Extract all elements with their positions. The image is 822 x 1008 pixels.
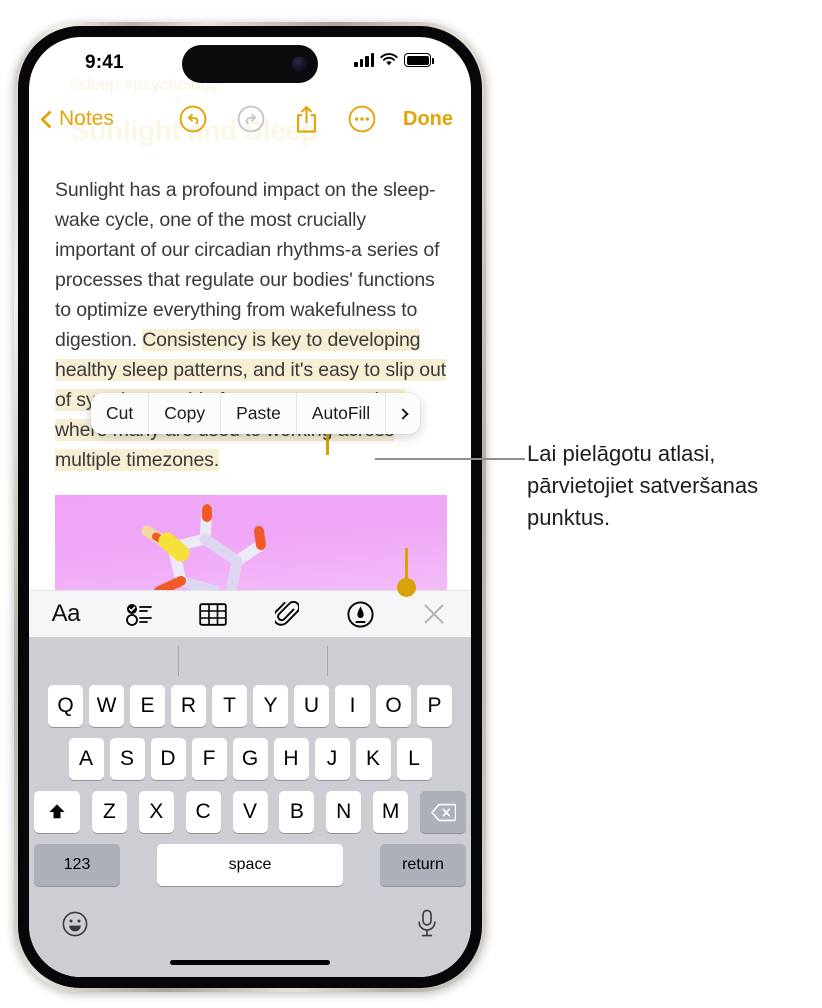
nav-action-icons [179,105,376,134]
screenshot-root: #sleep #psychology Sunlight and Sleep 9:… [0,0,822,1008]
battery-icon [404,53,434,67]
markup-pen-button[interactable] [324,600,398,628]
key-r[interactable]: R [171,685,206,727]
checklist-icon [125,604,152,626]
molecule-image-attachment[interactable] [55,495,447,593]
key-z[interactable]: Z [91,791,127,833]
microphone-dictation-icon [418,909,436,937]
more-menu-items-button[interactable] [386,393,420,434]
key-m[interactable]: M [373,791,409,833]
key-v[interactable]: V [232,791,268,833]
navigation-bar: Notes Done [29,95,471,143]
done-button[interactable]: Done [403,108,453,131]
key-q[interactable]: Q [48,685,83,727]
key-g[interactable]: G [232,738,268,780]
note-editor-body[interactable]: Sunlight has a profound impact on the sl… [29,143,471,977]
key-w[interactable]: W [89,685,124,727]
keyboard-row-1: Q W E R T Y U I O P [29,685,471,727]
dynamic-island [182,45,318,83]
paperclip-icon [274,600,299,626]
callout-leader-line [375,458,525,460]
status-bar-time: 9:41 [85,52,124,73]
cut-menu-item[interactable]: Cut [91,393,150,434]
close-toolbar-button[interactable] [397,602,471,626]
markup-pen-icon [347,600,374,628]
key-b[interactable]: B [279,791,315,833]
key-d[interactable]: D [150,738,186,780]
backspace-key-icon [430,803,456,821]
dictation-button[interactable] [416,909,438,944]
return-key[interactable]: return [380,844,466,886]
text-format-button[interactable]: Aa [29,600,103,628]
table-button[interactable] [176,602,250,626]
key-i[interactable]: I [335,685,370,727]
key-l[interactable]: L [396,738,432,780]
redo-icon [237,105,265,133]
copy-menu-item[interactable]: Copy [149,393,222,434]
key-j[interactable]: J [314,738,350,780]
keyboard-row-2: A S D F G H J K L [29,738,471,780]
key-a[interactable]: A [68,738,104,780]
callout-text: Lai pielāgotu atlasi, pārvietojiet satve… [527,441,759,530]
key-s[interactable]: S [109,738,145,780]
iphone-device-frame: #sleep #psychology Sunlight and Sleep 9:… [14,22,486,992]
emoji-keyboard-button[interactable] [62,911,88,942]
back-to-notes-button[interactable]: Notes [40,107,114,131]
status-bar: 9:41 [29,37,471,95]
keyboard-row-3: Z X C V B N M [29,791,471,833]
key-x[interactable]: X [138,791,174,833]
note-paragraph-unselected: Sunlight has a profound impact on the sl… [55,179,440,351]
device-bezel: #sleep #psychology Sunlight and Sleep 9:… [18,26,482,988]
undo-icon[interactable] [179,105,207,133]
space-key[interactable]: space [157,844,343,886]
keyboard-bottom-row [29,899,471,977]
numbers-key[interactable]: 123 [34,844,120,886]
key-o[interactable]: O [376,685,411,727]
on-screen-keyboard[interactable]: Q W E R T Y U I O P A S D F G H J K L Z … [29,637,471,977]
status-bar-indicators [354,53,434,67]
cellular-signal-icon [354,53,374,67]
key-e[interactable]: E [130,685,165,727]
attachment-paperclip-button[interactable] [250,600,324,628]
key-p[interactable]: P [417,685,452,727]
emoji-keyboard-icon [62,911,88,937]
autofill-menu-item[interactable]: AutoFill [297,393,387,434]
key-c[interactable]: C [185,791,221,833]
key-y[interactable]: Y [253,685,288,727]
key-f[interactable]: F [191,738,227,780]
device-screen: #sleep #psychology Sunlight and Sleep 9:… [29,37,471,977]
shift-key-icon [49,804,65,819]
table-icon [199,602,227,626]
home-indicator[interactable] [170,959,330,965]
key-h[interactable]: H [273,738,309,780]
close-icon [424,604,444,624]
front-camera-icon [292,56,307,72]
text-format-label: Aa [51,600,81,627]
text-edit-context-menu[interactable]: Cut Copy Paste AutoFill [91,393,421,434]
checklist-button[interactable] [103,602,177,626]
chevron-left-icon [40,109,59,129]
key-t[interactable]: T [212,685,247,727]
predictive-divider [327,646,328,676]
share-icon[interactable] [295,105,318,134]
key-u[interactable]: U [294,685,329,727]
handle-knob[interactable] [397,578,416,597]
back-button-label: Notes [59,107,114,130]
predictive-divider [178,646,179,676]
paste-menu-item[interactable]: Paste [221,393,297,434]
shift-key[interactable] [34,791,80,833]
wifi-icon [380,53,398,66]
chevron-right-icon [397,407,409,420]
more-ellipsis-icon[interactable] [348,105,376,133]
backspace-key[interactable] [420,791,466,833]
note-format-toolbar[interactable]: Aa [29,590,471,637]
key-n[interactable]: N [326,791,362,833]
keyboard-row-4: 123 space return [29,844,471,886]
key-k[interactable]: K [355,738,391,780]
predictive-text-bar[interactable] [29,637,471,685]
molecule-illustration [141,503,267,593]
